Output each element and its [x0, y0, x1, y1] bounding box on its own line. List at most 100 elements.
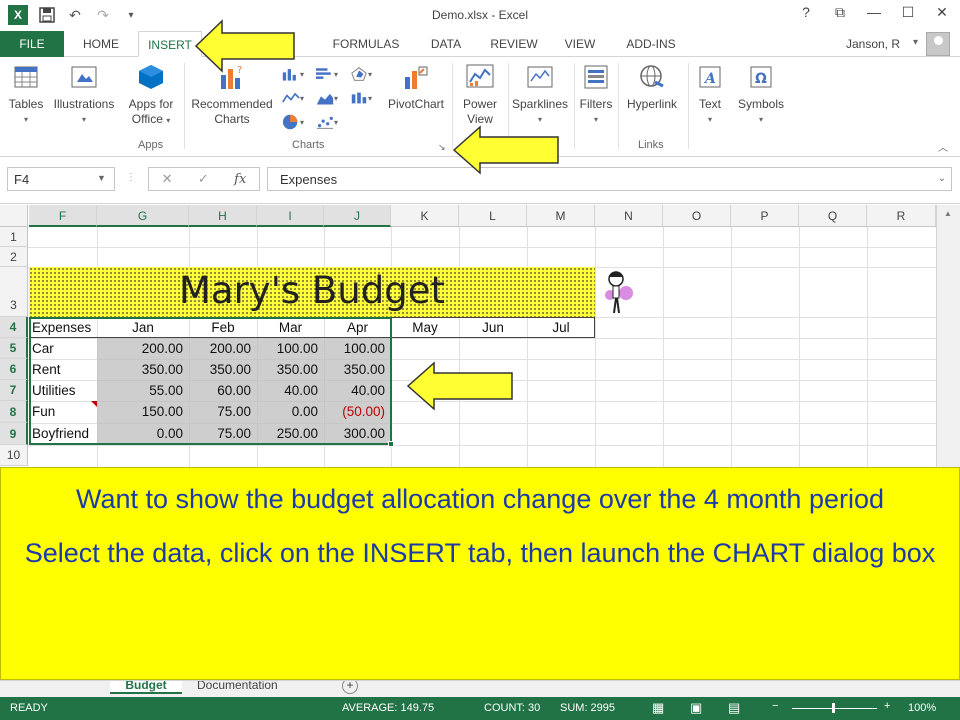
vertical-scrollbar[interactable]: ▲ [936, 205, 960, 467]
row-header-1[interactable]: 1 [0, 227, 28, 247]
power-view-icon [464, 61, 496, 93]
charts-dialog-launcher-icon[interactable]: ↘ [438, 142, 446, 153]
scatter-chart-icon[interactable]: ▾ [316, 113, 338, 131]
instruction-callout: Want to show the budget allocation chang… [0, 467, 960, 680]
page-layout-view-icon[interactable]: ▣ [690, 700, 702, 716]
status-bar: READY AVERAGE: 149.75 COUNT: 30 SUM: 299… [0, 697, 960, 720]
insert-function-icon[interactable]: fx [234, 172, 246, 187]
enter-icon[interactable]: ✓ [198, 171, 209, 187]
maximize-icon[interactable]: ☐ [900, 4, 916, 21]
sheet-tab-budget[interactable]: Budget [110, 681, 182, 694]
bar-chart-icon[interactable]: ▾ [316, 65, 338, 83]
cancel-icon[interactable]: ✕ [162, 171, 173, 187]
hyperlink-button[interactable]: Hyperlink [622, 61, 682, 112]
girl-clipart-icon [598, 267, 638, 317]
tab-review[interactable]: REVIEW [484, 31, 544, 57]
header-cell-may[interactable]: May [391, 317, 459, 338]
tab-view[interactable]: VIEW [558, 31, 602, 57]
column-header-p[interactable]: P [731, 205, 799, 227]
row-header-9[interactable]: 9 [0, 423, 28, 445]
tab-add-ins[interactable]: ADD-INS [616, 31, 686, 57]
column-header-n[interactable]: N [595, 205, 663, 227]
minimize-icon[interactable]: — [866, 4, 882, 21]
worksheet-grid[interactable]: F G H I J K L M N O P Q R 1 2 3 4 5 6 7 … [0, 205, 960, 467]
header-cell-jul[interactable]: Jul [527, 317, 595, 338]
illustrations-icon [68, 61, 100, 93]
row-header-2[interactable]: 2 [0, 247, 28, 267]
help-icon[interactable]: ? [798, 4, 814, 21]
column-header-i[interactable]: I [257, 205, 324, 227]
sheet-tab-documentation[interactable]: Documentation [197, 681, 278, 692]
radar-chart-icon[interactable]: ▾ [350, 65, 372, 83]
status-count: COUNT: 30 [484, 702, 541, 714]
zoom-in-button[interactable]: + [884, 700, 890, 712]
table-icon [10, 61, 42, 93]
scroll-up-icon[interactable]: ▲ [944, 209, 952, 218]
area-chart-icon[interactable]: ▾ [316, 89, 338, 107]
apps-for-office-button[interactable]: Apps for Office ▾ [124, 61, 178, 128]
stock-chart-icon[interactable]: ▾ [350, 89, 372, 107]
symbols-button[interactable]: Ω Symbols ▾ [734, 61, 788, 127]
recommended-charts-label-1: Recommended [191, 97, 273, 111]
ribbon-display-options-icon[interactable]: ⧉ [832, 4, 848, 21]
tab-formulas[interactable]: FORMULAS [326, 31, 406, 57]
column-header-g[interactable]: G [97, 205, 189, 227]
row-header-6[interactable]: 6 [0, 359, 28, 380]
formula-buttons: ✕ ✓ fx [148, 167, 260, 191]
normal-view-icon[interactable]: ▦ [652, 700, 664, 716]
expand-formula-bar-icon[interactable]: ⌄ [938, 173, 946, 184]
column-header-m[interactable]: M [527, 205, 595, 227]
select-all-corner[interactable] [0, 205, 28, 227]
tab-home[interactable]: HOME [70, 31, 132, 57]
tables-button[interactable]: Tables ▾ [6, 61, 46, 127]
column-header-f[interactable]: F [29, 205, 97, 227]
status-average: AVERAGE: 149.75 [342, 702, 435, 714]
tab-insert[interactable]: INSERT [138, 31, 202, 57]
svg-text:A: A [703, 71, 716, 87]
illustrations-button[interactable]: Illustrations ▾ [50, 61, 118, 127]
pie-chart-icon[interactable]: ▾ [282, 113, 304, 131]
zoom-out-button[interactable]: − [772, 700, 778, 712]
sparklines-button[interactable]: Sparklines ▾ [510, 61, 570, 127]
formula-input[interactable]: Expenses [267, 167, 952, 191]
column-header-j[interactable]: J [324, 205, 391, 227]
user-name[interactable]: Janson, R [846, 37, 900, 51]
tab-file[interactable]: FILE [0, 31, 64, 57]
tab-data[interactable]: DATA [420, 31, 472, 57]
row-header-4[interactable]: 4 [0, 317, 28, 338]
column-header-o[interactable]: O [663, 205, 731, 227]
zoom-level[interactable]: 100% [908, 702, 936, 714]
collapse-ribbon-icon[interactable]: ︿ [938, 139, 948, 154]
user-caret-icon[interactable]: ▾ [913, 37, 918, 48]
column-header-k[interactable]: K [391, 205, 459, 227]
avatar[interactable] [926, 32, 950, 56]
line-chart-icon[interactable]: ▾ [282, 89, 304, 107]
group-label-charts: Charts [292, 139, 325, 151]
column-header-h[interactable]: H [189, 205, 257, 227]
group-label-links: Links [638, 139, 664, 151]
text-button[interactable]: A Text ▾ [692, 61, 728, 127]
column-header-r[interactable]: R [867, 205, 936, 227]
illustrations-label: Illustrations [53, 97, 115, 111]
name-box-caret-icon[interactable]: ▼ [97, 173, 106, 183]
row-header-10[interactable]: 10 [0, 445, 28, 466]
fill-handle[interactable] [388, 441, 394, 447]
power-view-label-1: Power [462, 97, 497, 111]
zoom-slider-handle[interactable] [832, 703, 835, 713]
formula-bar-splitter-icon[interactable]: ⋮ [126, 172, 136, 183]
arrow-to-insert-tab-icon [194, 19, 295, 73]
power-view-button[interactable]: Power View [456, 61, 504, 127]
close-icon[interactable]: ✕ [934, 4, 950, 21]
row-header-5[interactable]: 5 [0, 338, 28, 359]
row-header-3[interactable]: 3 [0, 267, 28, 317]
row-header-7[interactable]: 7 [0, 380, 28, 401]
column-header-q[interactable]: Q [799, 205, 867, 227]
pivotchart-button[interactable]: PivotChart [384, 61, 448, 112]
filters-button[interactable]: Filters ▾ [576, 61, 616, 127]
header-cell-jun[interactable]: Jun [459, 317, 527, 338]
row-header-8[interactable]: 8 [0, 401, 28, 423]
column-header-l[interactable]: L [459, 205, 527, 227]
page-break-preview-icon[interactable]: ▤ [728, 700, 740, 716]
add-sheet-button[interactable]: + [342, 681, 358, 694]
sparklines-label: Sparklines [511, 97, 569, 111]
